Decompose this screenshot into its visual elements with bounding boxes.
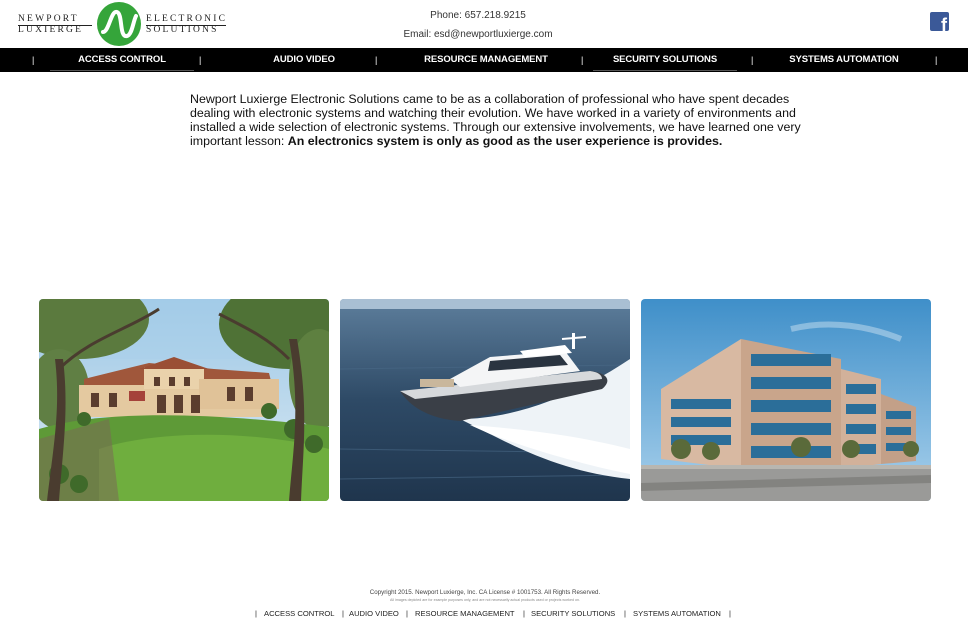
footer-separator: | (624, 609, 626, 618)
nav-separator: | (32, 55, 35, 65)
logo-word-luxierge: Luxierge (18, 25, 84, 35)
logo-wave-icon (97, 2, 141, 46)
footer-link-audio-video[interactable]: AUDIO VIDEO (349, 609, 399, 618)
logo-word-newport: Newport (18, 14, 79, 24)
footer-link-access-control[interactable]: ACCESS CONTROL (264, 609, 334, 618)
residence-photo (39, 299, 329, 501)
email-address[interactable]: Email: esd@newportluxierge.com (380, 29, 576, 40)
logo-word-electronic: Electronic (146, 14, 228, 24)
logo-divider (146, 25, 226, 26)
logo-divider (18, 25, 92, 26)
footer-separator: | (255, 609, 257, 618)
office-building-photo (641, 299, 931, 501)
facebook-icon[interactable]: f (930, 12, 949, 31)
company-logo[interactable]: Newport Luxierge Electronic Solutions (14, 2, 226, 46)
yacht-photo (340, 299, 630, 501)
footer-separator: | (342, 609, 344, 618)
intro-paragraph: Newport Luxierge Electronic Solutions ca… (190, 92, 802, 148)
nav-separator: | (581, 55, 584, 65)
logo-text-right: Electronic Solutions (146, 14, 226, 36)
intro-emphasis: An electronics system is only as good as… (287, 134, 723, 148)
facebook-glyph: f (941, 15, 947, 31)
main-navigation: | ACCESS CONTROL | AUDIO VIDEO | RESOURC… (0, 48, 968, 72)
footer-separator: | (406, 609, 408, 618)
nav-separator: | (751, 55, 754, 65)
nav-item-systems-automation[interactable]: SYSTEMS AUTOMATION (772, 48, 916, 72)
logo-text-left: Newport Luxierge (18, 14, 92, 36)
nav-item-resource-management[interactable]: RESOURCE MANAGEMENT (406, 48, 566, 72)
nav-separator: | (375, 55, 378, 65)
nav-separator: | (935, 55, 938, 65)
footer-link-security-solutions[interactable]: SECURITY SOLUTIONS (531, 609, 615, 618)
image-disclaimer: All images depicted are for example purp… (390, 598, 580, 602)
footer-separator: | (729, 609, 731, 618)
nav-item-access-control[interactable]: ACCESS CONTROL (50, 48, 194, 72)
footer-link-systems-automation[interactable]: SYSTEMS AUTOMATION (633, 609, 721, 618)
footer-separator: | (523, 609, 525, 618)
nav-item-audio-video[interactable]: AUDIO VIDEO (232, 48, 376, 72)
phone-number: Phone: 657.218.9215 (430, 10, 526, 21)
footer-link-resource-management[interactable]: RESOURCE MANAGEMENT (415, 609, 515, 618)
nav-item-security-solutions[interactable]: SECURITY SOLUTIONS (593, 48, 737, 72)
copyright-notice: Copyright 2015. Newport Luxierge, Inc. C… (369, 589, 601, 596)
logo-word-solutions: Solutions (146, 25, 219, 35)
nav-separator: | (199, 55, 202, 65)
